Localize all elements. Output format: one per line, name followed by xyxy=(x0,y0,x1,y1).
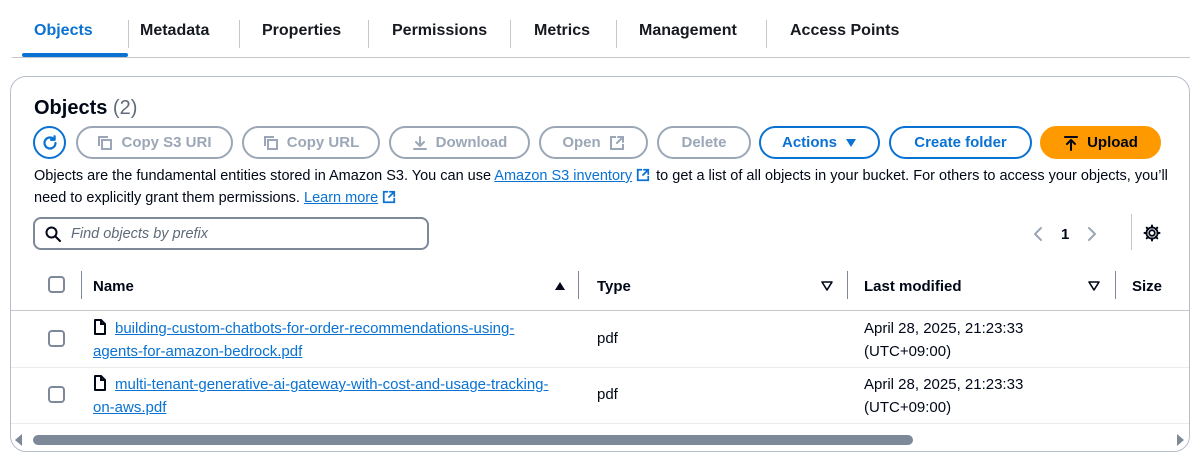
object-name-cell: building-custom-chatbots-for-order-recom… xyxy=(93,317,563,363)
column-header-name[interactable]: Name xyxy=(93,278,134,295)
search-input[interactable] xyxy=(71,225,411,242)
tab-bar: Objects Metadata Properties Permissions … xyxy=(12,0,1190,58)
file-icon xyxy=(94,319,106,335)
scroll-right-arrow[interactable] xyxy=(1177,434,1184,446)
open-button[interactable]: Open xyxy=(539,126,648,159)
upload-icon xyxy=(1064,135,1079,151)
object-type: pdf xyxy=(597,330,618,347)
pagination: 1 xyxy=(1033,223,1097,245)
object-count: (2) xyxy=(112,97,138,119)
delete-label: Delete xyxy=(681,134,727,151)
current-page[interactable]: 1 xyxy=(1061,226,1069,243)
column-divider[interactable] xyxy=(1115,271,1116,299)
actions-label: Actions xyxy=(781,134,837,151)
select-all-checkbox[interactable] xyxy=(48,276,65,293)
column-divider xyxy=(81,271,82,299)
object-last-modified: April 28, 2025, 21:23:33 (UTC+09:00) xyxy=(864,320,1024,360)
upload-label: Upload xyxy=(1087,134,1138,151)
copy-icon xyxy=(263,135,278,150)
download-button[interactable]: Download xyxy=(389,126,530,159)
column-divider[interactable] xyxy=(578,271,579,299)
download-label: Download xyxy=(435,134,508,151)
file-icon xyxy=(94,375,106,391)
actions-button[interactable]: Actions xyxy=(759,126,880,159)
panel-description: Objects are the fundamental entities sto… xyxy=(34,165,1174,209)
refresh-icon xyxy=(42,134,57,150)
panel-heading: Objects (2) xyxy=(34,97,137,120)
upload-button[interactable]: Upload xyxy=(1040,126,1161,159)
search-field[interactable] xyxy=(33,217,429,250)
external-link-icon xyxy=(383,190,396,204)
open-label: Open xyxy=(562,134,601,151)
tab-properties[interactable]: Properties xyxy=(262,22,341,44)
scrollbar-thumb[interactable] xyxy=(33,435,913,445)
object-name-link[interactable]: building-custom-chatbots-for-order-recom… xyxy=(93,320,514,360)
chevron-left-icon[interactable] xyxy=(1033,226,1043,242)
tab-divider xyxy=(239,20,240,48)
sort-icon[interactable] xyxy=(1088,281,1100,291)
tab-metadata[interactable]: Metadata xyxy=(140,22,209,44)
tab-divider xyxy=(368,20,369,48)
create-folder-button[interactable]: Create folder xyxy=(889,126,1032,159)
copy-url-label: Copy URL xyxy=(286,134,360,151)
tab-management[interactable]: Management xyxy=(639,22,737,44)
tab-access-points[interactable]: Access Points xyxy=(790,22,899,44)
column-header-type[interactable]: Type xyxy=(597,278,631,295)
delete-button[interactable]: Delete xyxy=(657,126,751,159)
s3-inventory-link[interactable]: Amazon S3 inventory xyxy=(494,168,632,184)
external-link-icon xyxy=(636,168,650,182)
objects-panel: Objects (2) Copy S3 URI Copy URL Downloa… xyxy=(10,76,1190,452)
copy-s3-uri-button[interactable]: Copy S3 URI xyxy=(76,126,233,159)
download-icon xyxy=(412,135,427,150)
learn-more-link[interactable]: Learn more xyxy=(304,190,378,206)
tab-divider xyxy=(766,20,767,48)
tab-divider xyxy=(616,20,617,48)
tab-permissions[interactable]: Permissions xyxy=(392,22,487,44)
tab-divider xyxy=(128,20,129,48)
column-divider[interactable] xyxy=(847,271,848,299)
column-header-size[interactable]: Size xyxy=(1132,278,1162,295)
horizontal-scrollbar[interactable] xyxy=(11,429,1189,451)
row-checkbox[interactable] xyxy=(48,330,65,347)
scroll-left-arrow[interactable] xyxy=(15,434,22,446)
tab-objects[interactable]: Objects xyxy=(34,22,93,44)
object-name-cell: multi-tenant-generative-ai-gateway-with-… xyxy=(93,373,563,419)
refresh-button[interactable] xyxy=(33,126,66,159)
table-row: building-custom-chatbots-for-order-recom… xyxy=(11,312,1189,368)
tab-metrics[interactable]: Metrics xyxy=(534,22,590,44)
active-tab-indicator xyxy=(22,53,128,57)
tab-divider xyxy=(510,20,511,48)
panel-title: Objects xyxy=(34,97,108,119)
description-text-1: Objects are the fundamental entities sto… xyxy=(34,168,495,184)
search-icon xyxy=(45,226,61,242)
row-checkbox[interactable] xyxy=(48,386,65,403)
create-folder-label: Create folder xyxy=(914,134,1007,151)
table-header: Name Type Last modified Size xyxy=(11,267,1189,311)
gear-icon[interactable] xyxy=(1143,224,1161,242)
pager-divider xyxy=(1131,214,1132,250)
table-row: multi-tenant-generative-ai-gateway-with-… xyxy=(11,368,1189,424)
copy-s3-uri-label: Copy S3 URI xyxy=(121,134,212,151)
object-last-modified: April 28, 2025, 21:23:33 (UTC+09:00) xyxy=(864,376,1024,416)
sort-icon[interactable] xyxy=(821,281,833,291)
column-header-last-modified[interactable]: Last modified xyxy=(864,278,962,295)
copy-icon xyxy=(98,135,113,150)
sort-ascending-icon[interactable] xyxy=(554,281,566,291)
external-link-icon xyxy=(609,135,624,150)
copy-url-button[interactable]: Copy URL xyxy=(242,126,380,159)
object-name-link[interactable]: multi-tenant-generative-ai-gateway-with-… xyxy=(93,376,549,416)
object-type: pdf xyxy=(597,386,618,403)
caret-down-icon xyxy=(846,138,856,147)
chevron-right-icon[interactable] xyxy=(1087,226,1097,242)
